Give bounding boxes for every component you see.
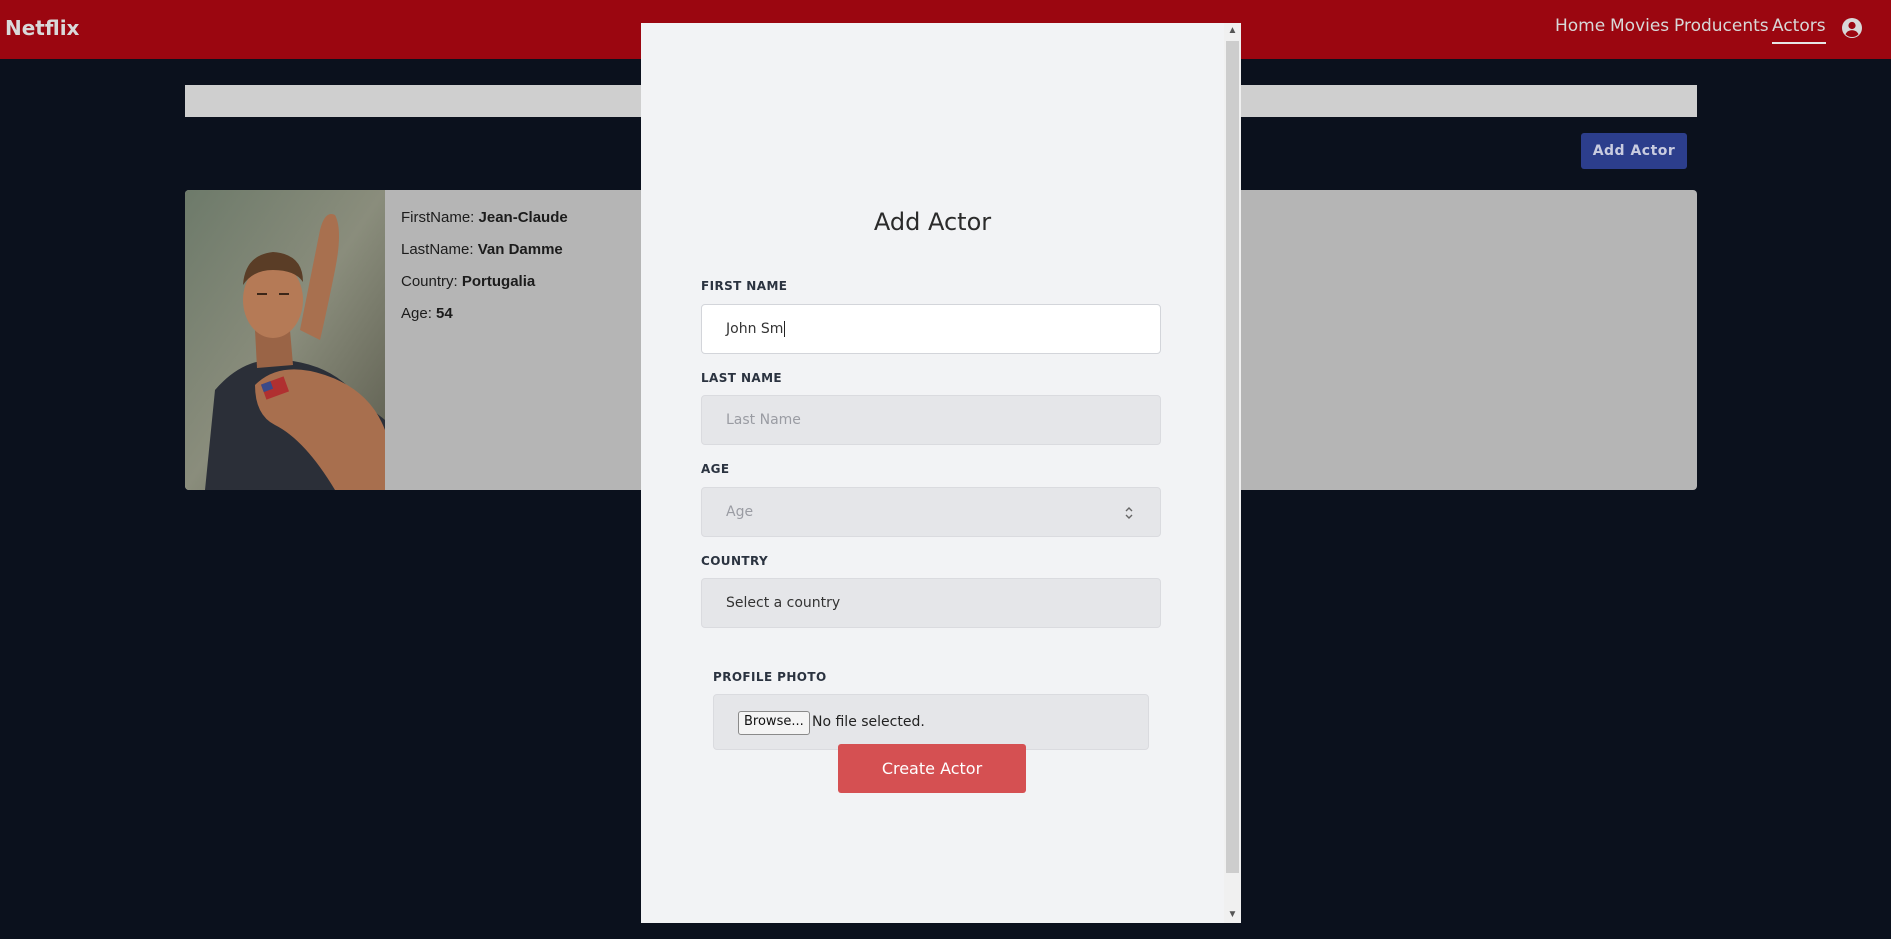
scrollbar-thumb[interactable] [1226, 41, 1239, 873]
last-name-label: LAST NAME [701, 371, 783, 385]
profile-photo-label: PROFILE PHOTO [713, 670, 827, 684]
file-status: No file selected. [812, 714, 925, 730]
lastname-label: LastName: [401, 241, 474, 258]
first-name-input[interactable]: John Sm [701, 304, 1161, 354]
text-caret [784, 321, 786, 337]
first-name-value: John Sm [726, 321, 784, 337]
add-actor-modal: Add Actor FIRST NAME John Sm LAST NAME L… [641, 23, 1241, 923]
actor-photo [185, 190, 385, 490]
country-label: Country: [401, 273, 458, 290]
browse-button[interactable]: Browse... [738, 711, 810, 735]
account-circle-icon[interactable] [1840, 16, 1864, 40]
age-label: Age: [401, 305, 432, 322]
actor-info: FirstName: Jean-Claude LastName: Van Dam… [401, 206, 568, 334]
first-name-label: FIRST NAME [701, 279, 788, 293]
create-actor-button[interactable]: Create Actor [838, 744, 1026, 793]
scroll-up-arrow-icon[interactable]: ▲ [1224, 23, 1241, 39]
age-input[interactable]: Age [701, 487, 1161, 537]
country-label: COUNTRY [701, 554, 769, 568]
actor-lastname-row: LastName: Van Damme [401, 238, 568, 270]
age-label: AGE [701, 462, 730, 476]
age-value: 54 [436, 305, 453, 322]
modal-title: Add Actor [873, 208, 992, 236]
scroll-down-arrow-icon[interactable]: ▼ [1224, 907, 1241, 923]
nav-actors[interactable]: Actors [1772, 16, 1826, 44]
profile-photo-input: Browse... No file selected. [713, 694, 1149, 750]
add-actor-button[interactable]: Add Actor [1581, 133, 1687, 169]
nav-movies[interactable]: Movies [1610, 16, 1669, 36]
firstname-label: FirstName: [401, 209, 475, 226]
actor-country-row: Country: Portugalia [401, 270, 568, 302]
actor-firstname-row: FirstName: Jean-Claude [401, 206, 568, 238]
lastname-value: Van Damme [477, 241, 563, 258]
country-value: Portugalia [461, 273, 536, 290]
actor-age-row: Age: 54 [401, 302, 568, 334]
nav-producents[interactable]: Producents [1674, 16, 1769, 36]
country-select[interactable]: Select a country [701, 578, 1161, 628]
nav-home[interactable]: Home [1555, 16, 1605, 36]
number-spinner-icon[interactable] [1124, 505, 1134, 521]
last-name-input[interactable]: Last Name [701, 395, 1161, 445]
firstname-value: Jean-Claude [478, 209, 568, 226]
modal-scrollbar[interactable]: ▲ ▼ [1224, 23, 1241, 923]
age-placeholder: Age [726, 504, 754, 520]
brand-logo[interactable]: Netflix [5, 16, 79, 40]
